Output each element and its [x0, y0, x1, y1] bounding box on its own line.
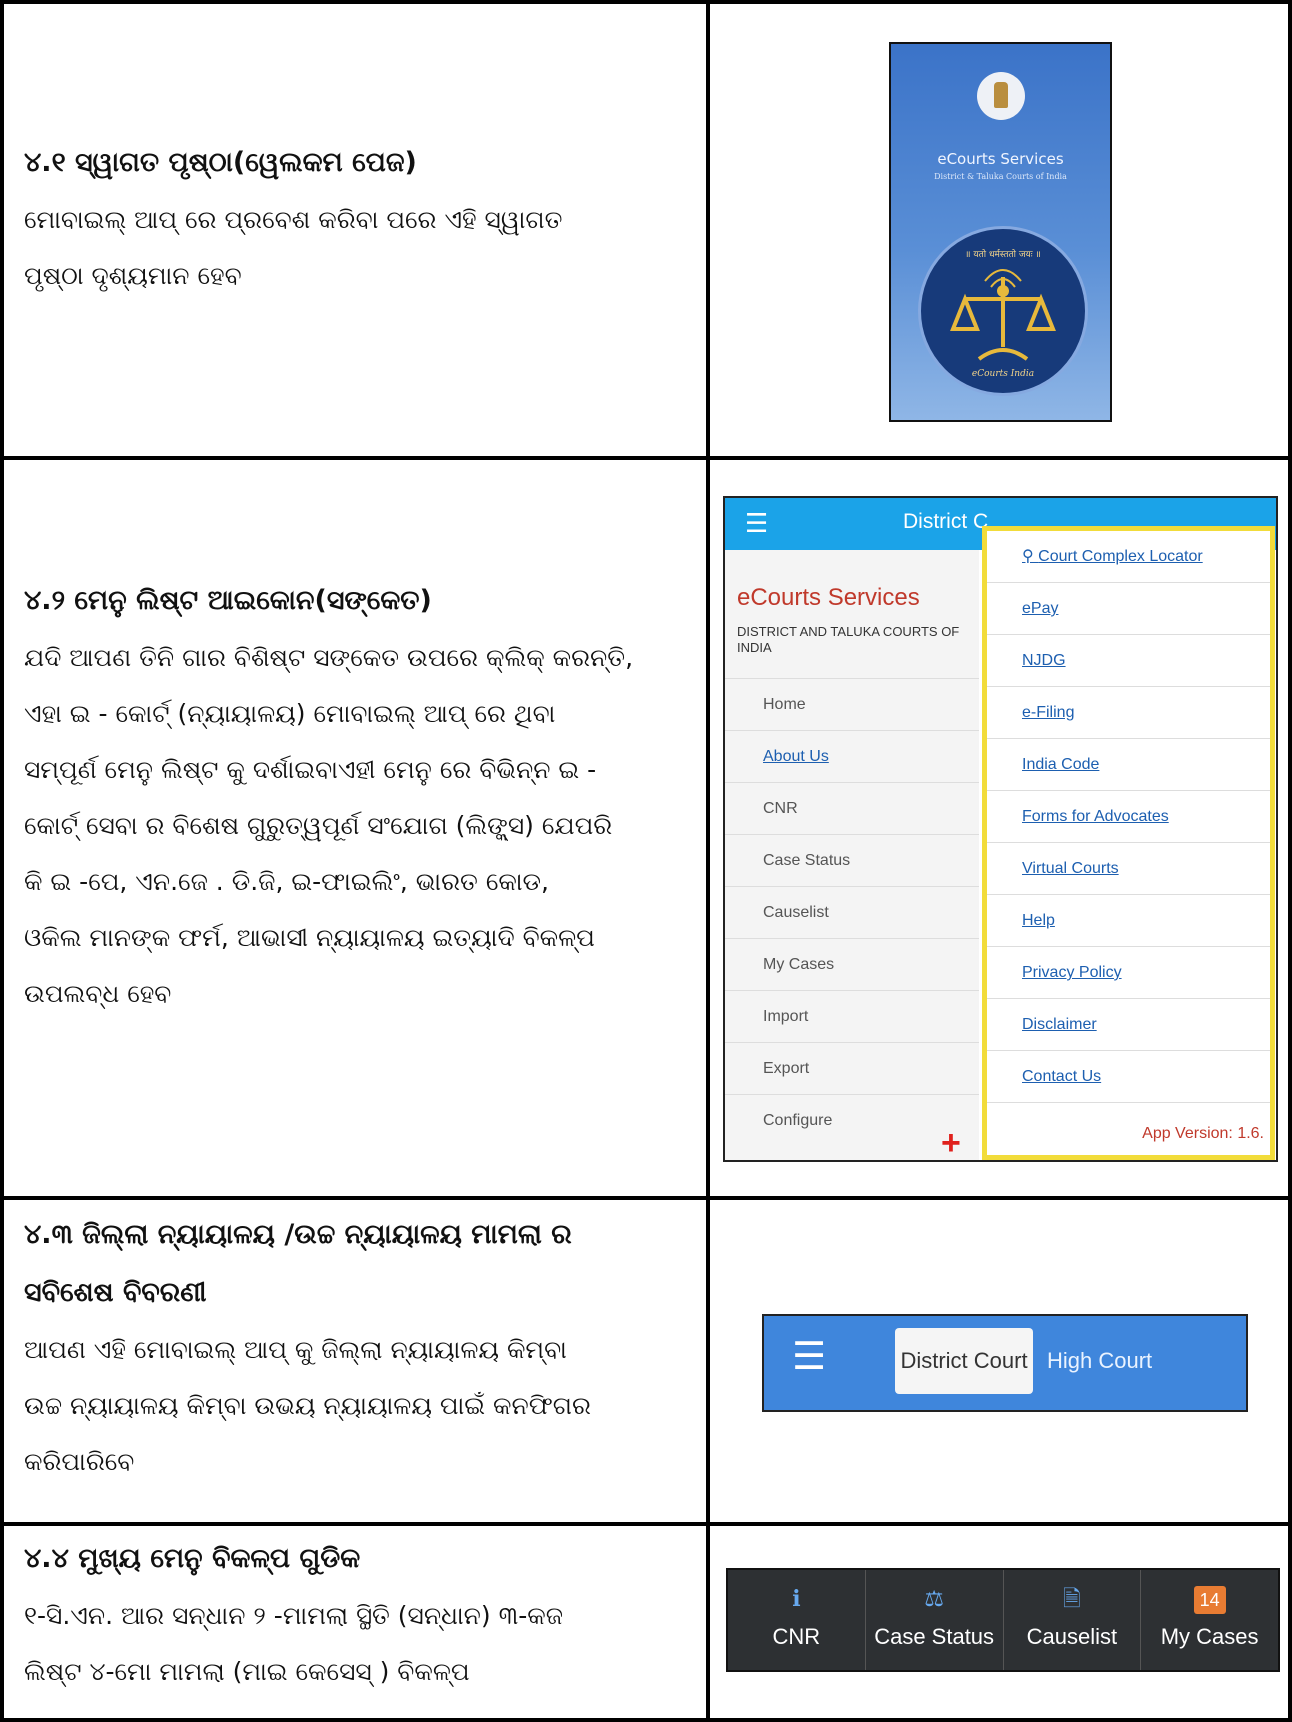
link-virtual-courts[interactable]: Virtual Courts	[987, 843, 1270, 895]
section-44-line: ଲିଷ୍ଟ ୪-ମୋ ମାମଲା (ମାଇ କେସେସ୍ ) ବିକଳ୍ପ	[24, 1657, 470, 1686]
header-title: District C	[903, 510, 989, 533]
tab-label: CNR	[772, 1624, 821, 1649]
section-43: ୪.୩ ଜିଲ୍ଲା ନ୍ୟାୟାଳୟ /ଉଚ୍ଚ ନ୍ୟାୟାଳୟ ମାମଲା…	[4, 1206, 704, 1490]
national-emblem-icon	[977, 72, 1025, 120]
link-court-complex-locator[interactable]: ⚲ Court Complex Locator	[987, 531, 1270, 583]
section-43-line: ଉଚ୍ଚ ନ୍ୟାୟାଳୟ କିମ୍ବା ଉଭୟ ନ୍ୟାୟାଳୟ ପାଇଁ କ…	[24, 1391, 591, 1420]
section-42-line: କୋର୍ଟ୍ ସେବା ର ବିଶେଷ ଗୁରୁତ୍ୱପୂର୍ଣ ସଂଯୋଗ (…	[24, 811, 613, 840]
section-44-heading: ୪.୪ ମୁଖ୍ୟ ମେନୁ ବିକଳ୍ପ ଗୁଡିକ	[24, 1543, 361, 1574]
tab-label: Causelist	[1026, 1624, 1118, 1649]
district-court-tab[interactable]: District Court	[895, 1328, 1033, 1394]
bottom-tab-bar-image: i CNR ⚖ Case Status 🗎 Causelist 14 My Ca…	[726, 1568, 1280, 1672]
menu-item-case-status[interactable]: Case Status	[725, 834, 979, 886]
menu-item-home[interactable]: Home	[725, 678, 979, 730]
section-41: ୪.୧ ସ୍ୱାଗତ ପୃଷ୍ଠା(ୱେଲକମ ପେଜ) ମୋବାଇଲ୍ ଆପ୍…	[4, 134, 704, 304]
section-43-line: କରିପାରିବେ	[24, 1447, 135, 1476]
welcome-app-subtitle: District & Taluka Courts of India	[934, 172, 1067, 181]
section-41-line: ମୋବାଇଲ୍ ଆପ୍ ରେ ପ୍ରବେଶ କରିବା ପରେ ଏହି ସ୍ୱା…	[24, 205, 563, 234]
section-42-line: କି ଇ -ପେ, ଏନ.ଜେ . ଡି.ଜି, ଇ-ଫାଇଲିଂ, ଭାରତ …	[24, 867, 549, 896]
section-42-line: ସମ୍ପୂର୍ଣ ମେନୁ ଲିଷ୍ଟ କୁ ଦର୍ଶାଇବାଏହୀ ମେନୁ …	[24, 755, 597, 784]
section-42: ୪.୨ ମେନୁ ଲିଷ୍ଟ ଆଇକୋନ(ସଙ୍କେତ) ଯଦି ଆପଣ ତିନ…	[4, 572, 704, 1022]
info-icon: i	[792, 1586, 801, 1612]
high-court-tab[interactable]: High Court	[1047, 1328, 1152, 1394]
section-44: ୪.୪ ମୁଖ୍ୟ ମେନୁ ବିକଳ୍ପ ଗୁଡିକ ୧-ସି.ଏନ. ଆର …	[4, 1530, 704, 1700]
welcome-app-title: eCourts Services	[937, 150, 1064, 168]
app-version: App Version: 1.6.	[1142, 1125, 1264, 1142]
location-pin-icon: ⚲	[1022, 548, 1039, 565]
menu-item-my-cases[interactable]: My Cases	[725, 938, 979, 990]
link-efiling[interactable]: e-Filing	[987, 687, 1270, 739]
section-44-line: ୧-ସି.ଏନ. ଆର ସନ୍ଧାନ ୨ -ମାମଲା ସ୍ଥିତି (ସନ୍ଧ…	[24, 1601, 564, 1630]
badge-icon: 14	[1141, 1584, 1278, 1614]
section-43-heading: ୪.୩ ଜିଲ୍ଲା ନ୍ୟାୟାଳୟ /ଉଚ୍ଚ ନ୍ୟାୟାଳୟ ମାମଲା…	[24, 1219, 572, 1250]
ecourts-seal-icon: ॥ यतो धर्मस्ततो जयः ॥ eCourts India	[918, 226, 1088, 396]
welcome-screen-image: eCourts Services District & Taluka Court…	[889, 42, 1112, 422]
tab-case-status[interactable]: ⚖ Case Status	[866, 1570, 1004, 1670]
menu-screen-image: ☰ District C eCourts Services DISTRICT A…	[723, 496, 1278, 1162]
tab-label: Case Status	[874, 1624, 995, 1649]
section-42-line: ଏହା ଇ - କୋର୍ଟ୍ (ନ୍ୟାୟାଳୟ) ମୋବାଇଲ୍ ଆପ୍ ରେ…	[24, 699, 556, 728]
tab-label: My Cases	[1160, 1624, 1259, 1649]
scales-icon: ⚖	[924, 1586, 944, 1611]
drawer-links-panel: ⚲ Court Complex Locator ePay NJDG e-Fili…	[982, 526, 1275, 1160]
link-india-code[interactable]: India Code	[987, 739, 1270, 791]
hamburger-menu-icon[interactable]: ☰	[745, 511, 775, 537]
menu-item-import[interactable]: Import	[725, 990, 979, 1042]
drawer-left-panel: eCourts Services DISTRICT AND TALUKA COU…	[725, 550, 979, 1160]
menu-item-cnr[interactable]: CNR	[725, 782, 979, 834]
add-icon[interactable]: +	[941, 1126, 961, 1160]
hamburger-menu-icon[interactable]: ☰	[792, 1336, 826, 1376]
section-42-line: ଓକିଲ ମାନଙ୍କ ଫର୍ମ, ଆଭାସୀ ନ୍ୟାୟାଳୟ ଇତ୍ୟାଦି…	[24, 923, 595, 952]
tab-causelist[interactable]: 🗎 Causelist	[1004, 1570, 1142, 1670]
menu-item-causelist[interactable]: Causelist	[725, 886, 979, 938]
drawer-brand: eCourts Services	[737, 584, 920, 611]
court-toggle-image: ☰ District Court High Court	[762, 1314, 1248, 1412]
link-help[interactable]: Help	[987, 895, 1270, 947]
section-42-heading: ୪.୨ ମେନୁ ଲିଷ୍ଟ ଆଇକୋନ(ସଙ୍କେତ)	[24, 585, 432, 616]
menu-item-about-us[interactable]: About Us	[725, 730, 979, 782]
section-42-line: ଯଦି ଆପଣ ତିନି ଗାର ବିଶିଷ୍ଟ ସଙ୍କେତ ଉପରେ କ୍ଲ…	[24, 643, 634, 672]
link-epay[interactable]: ePay	[987, 583, 1270, 635]
section-43-heading: ସବିଶେଷ ବିବରଣୀ	[24, 1277, 207, 1308]
link-contact-us[interactable]: Contact Us	[987, 1051, 1270, 1103]
link-disclaimer[interactable]: Disclaimer	[987, 999, 1270, 1051]
link-forms-for-advocates[interactable]: Forms for Advocates	[987, 791, 1270, 843]
menu-item-export[interactable]: Export	[725, 1042, 979, 1094]
section-41-heading: ୪.୧ ସ୍ୱାଗତ ପୃଷ୍ଠା(ୱେଲକମ ପେଜ)	[24, 147, 417, 178]
seal-caption: eCourts India	[971, 369, 1035, 379]
tab-cnr[interactable]: i CNR	[728, 1570, 866, 1670]
document-icon: 🗎	[1063, 1586, 1081, 1611]
section-41-line: ପୃଷ୍ଠା ଦୃଶ୍ୟମାନ ହେବ	[24, 261, 242, 290]
section-43-line: ଆପଣ ଏହି ମୋବାଇଲ୍ ଆପ୍ କୁ ଜିଲ୍ଲା ନ୍ୟାୟାଳୟ କ…	[24, 1335, 567, 1364]
my-cases-count-badge: 14	[1193, 1586, 1226, 1614]
link-privacy-policy[interactable]: Privacy Policy	[987, 947, 1270, 999]
section-42-line: ଉପଲବ୍ଧ ହେବ	[24, 979, 172, 1008]
status-bar	[891, 44, 1110, 54]
link-njdg[interactable]: NJDG	[987, 635, 1270, 687]
link-label: Court Complex Locator	[1038, 548, 1203, 565]
tab-my-cases[interactable]: 14 My Cases	[1141, 1570, 1278, 1670]
drawer-brand-subtitle: DISTRICT AND TALUKA COURTS OF INDIA	[737, 624, 960, 655]
